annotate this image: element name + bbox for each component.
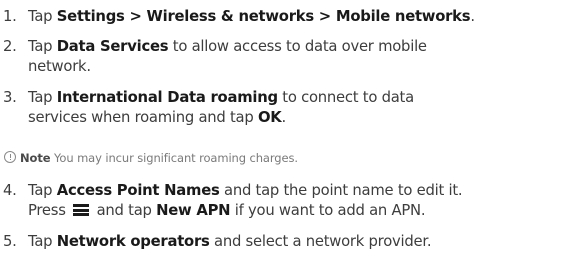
step-text: Tap Settings > Wireless & networks > Mob… xyxy=(28,7,583,27)
ui-term: Network operators xyxy=(56,233,210,250)
step-line: Tap Data Services to allow access to dat… xyxy=(28,37,583,57)
step-text-run: . xyxy=(281,109,287,126)
step-text-run: . xyxy=(470,8,475,25)
step-number: 3. xyxy=(3,89,17,106)
step-line: Tap Settings > Wireless & networks > Mob… xyxy=(28,7,583,27)
step-text-run: to connect to data xyxy=(277,89,414,106)
step-text-run: Press xyxy=(28,202,71,219)
step-text-run: Tap xyxy=(28,182,57,199)
step-line: Tap International Data roaming to connec… xyxy=(28,88,583,108)
step-line: Tap Network operators and select a netwo… xyxy=(28,232,583,252)
step-text-run: network. xyxy=(28,58,91,75)
menu-icon xyxy=(73,204,90,216)
step-text-run: if you want to add an APN. xyxy=(230,202,426,219)
step-text-run: Tap xyxy=(28,38,57,55)
step-text-run: and tap the point name to edit it. xyxy=(219,182,463,199)
step-line: Press and tap New APN if you want to add… xyxy=(28,201,583,221)
instruction-document: 1. Tap Settings > Wireless & networks > … xyxy=(0,0,583,279)
step-text: Tap International Data roaming to connec… xyxy=(28,88,583,128)
step-text: Tap Network operators and select a netwo… xyxy=(28,232,583,252)
ui-term: International Data roaming xyxy=(56,89,278,106)
step-number: 5. xyxy=(3,233,17,250)
step-text-run: and tap xyxy=(92,202,157,219)
info-icon xyxy=(4,151,16,163)
ui-term: OK xyxy=(257,109,282,126)
ui-term: Data Services xyxy=(56,38,169,55)
step-line: Tap Access Point Names and tap the point… xyxy=(28,181,583,201)
step-text: Tap Access Point Names and tap the point… xyxy=(28,181,583,221)
note-text: You may incur significant roaming charge… xyxy=(50,151,298,165)
note-label: Note xyxy=(20,151,51,165)
step-text-run: Tap xyxy=(28,89,57,106)
step-text: Tap Data Services to allow access to dat… xyxy=(28,37,583,77)
step-text-run: and select a network provider. xyxy=(209,233,432,250)
step-text-run: to allow access to data over mobile xyxy=(168,38,427,55)
step-line: services when roaming and tap OK. xyxy=(28,108,583,128)
ui-term: Settings > Wireless & networks > Mobile … xyxy=(56,8,471,25)
step-line: network. xyxy=(28,57,583,77)
note: Note You may incur significant roaming c… xyxy=(4,151,298,166)
step-number: 2. xyxy=(3,38,17,55)
step-text-run: Tap xyxy=(28,233,57,250)
step-text-run: Tap xyxy=(28,8,57,25)
ui-term: Access Point Names xyxy=(56,182,220,199)
step-number: 4. xyxy=(3,182,17,199)
ui-term: New APN xyxy=(156,202,231,219)
step-text-run: services when roaming and tap xyxy=(28,109,258,126)
step-number: 1. xyxy=(3,8,17,25)
